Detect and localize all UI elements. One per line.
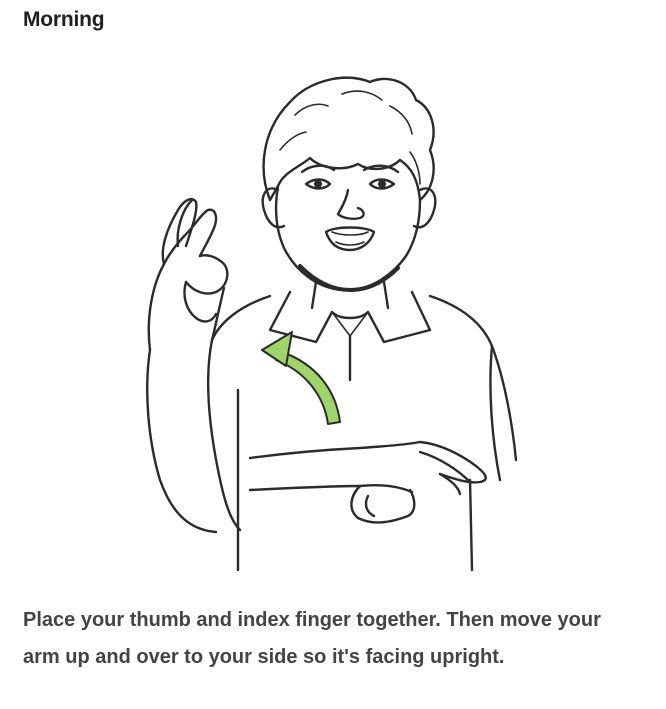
movement-arrow-icon bbox=[261, 331, 341, 425]
sign-illustration bbox=[120, 60, 540, 580]
instruction-text: Place your thumb and index finger togeth… bbox=[23, 609, 601, 668]
mouth bbox=[324, 226, 376, 252]
face-outline bbox=[274, 184, 422, 292]
page-title: Morning bbox=[23, 8, 105, 31]
shirt-collar bbox=[268, 290, 432, 344]
left-eyebrow bbox=[300, 164, 336, 174]
hair bbox=[262, 76, 435, 202]
lower-hand bbox=[350, 484, 416, 524]
nose bbox=[336, 188, 365, 220]
raised-arm bbox=[207, 338, 242, 532]
lower-arm bbox=[248, 440, 422, 460]
